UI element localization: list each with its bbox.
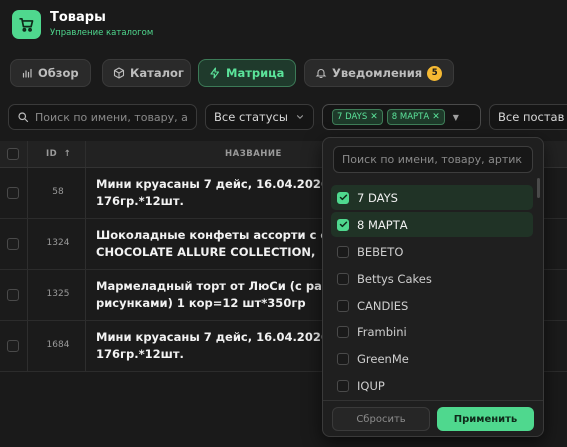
row-name: Мармеладный торт от ЛюСи (с разн рисунка… xyxy=(96,279,336,310)
chevron-down-icon xyxy=(296,115,304,119)
row-id: 1324 xyxy=(46,238,70,248)
box-icon xyxy=(113,67,125,79)
suppliers-dropdown: 7 DAYS 8 МАРТА BEBETO Bettys Cakes CANDI… xyxy=(322,137,544,437)
checkbox[interactable] xyxy=(337,299,349,312)
page-title: Товары xyxy=(50,10,106,25)
caret-down-icon[interactable]: ▼ xyxy=(453,113,459,122)
select-all-checkbox[interactable] xyxy=(7,148,19,160)
checkbox[interactable] xyxy=(337,245,349,258)
row-id: 58 xyxy=(52,187,64,197)
row-id: 1325 xyxy=(46,289,70,299)
search-input[interactable] xyxy=(35,110,188,124)
row-checkbox[interactable] xyxy=(7,187,19,199)
option-iqup[interactable]: IQUP xyxy=(331,373,533,398)
search-icon xyxy=(18,112,29,123)
option-bebeto[interactable]: BEBETO xyxy=(331,239,533,264)
suppliers-multiselect[interactable]: 7 DAYS ✕ 8 МАРТА ✕ ▼ xyxy=(322,104,481,130)
option-greenme[interactable]: GreenMe xyxy=(331,346,533,371)
tab-notifications[interactable]: Уведомления 5 xyxy=(304,59,454,87)
chip-remove-icon[interactable]: ✕ xyxy=(370,112,378,122)
checkbox[interactable] xyxy=(337,325,349,338)
bell-icon xyxy=(315,69,327,79)
chip-8-marta[interactable]: 8 МАРТА ✕ xyxy=(386,109,445,125)
notifications-badge: 5 xyxy=(427,65,443,81)
option-candies[interactable]: CANDIES xyxy=(331,293,533,318)
page-subtitle: Управление каталогом xyxy=(50,28,154,38)
dropdown-divider xyxy=(323,400,543,401)
chart-icon xyxy=(22,68,32,78)
row-checkbox[interactable] xyxy=(7,289,19,301)
checkbox-checked-icon[interactable] xyxy=(337,191,349,204)
column-name-header[interactable]: НАЗВАНИЕ xyxy=(225,149,282,159)
products-page: Товары Управление каталогом Обзор Катало… xyxy=(0,0,567,447)
suppliers-select[interactable]: Все постав xyxy=(489,104,567,130)
chip-remove-icon[interactable]: ✕ xyxy=(432,112,440,122)
dropdown-search[interactable] xyxy=(333,146,533,173)
checkbox-checked-icon[interactable] xyxy=(337,218,349,231)
option-frambini[interactable]: Frambini xyxy=(331,319,533,344)
option-7-days[interactable]: 7 DAYS xyxy=(331,185,533,210)
checkbox[interactable] xyxy=(337,352,349,365)
reset-button[interactable]: Сбросить xyxy=(332,407,430,431)
cart-icon xyxy=(12,10,41,39)
status-select[interactable]: Все статусы xyxy=(205,104,314,130)
bolt-icon xyxy=(210,67,220,79)
dropdown-scrollbar[interactable] xyxy=(537,178,540,198)
chip-7-days[interactable]: 7 DAYS ✕ xyxy=(332,109,383,125)
checkbox[interactable] xyxy=(337,379,349,392)
tab-catalog[interactable]: Каталог xyxy=(102,59,191,87)
sort-arrow-icon: ↑ xyxy=(63,149,72,159)
row-name: Шоколадные конфеты ассорти с су CHOCOLAT… xyxy=(96,228,335,259)
apply-button[interactable]: Применить xyxy=(437,407,534,431)
option-8-marta[interactable]: 8 МАРТА xyxy=(331,212,533,237)
dropdown-search-input[interactable] xyxy=(342,153,524,166)
row-name: Мини круасаны 7 дейс, 16.04.2026 176гр.*… xyxy=(96,177,329,208)
checkbox[interactable] xyxy=(337,272,349,285)
tab-overview[interactable]: Обзор xyxy=(10,59,91,87)
column-id-header[interactable]: ID ↑ xyxy=(46,149,71,159)
option-bettys-cakes[interactable]: Bettys Cakes xyxy=(331,266,533,291)
row-id: 1684 xyxy=(46,340,70,350)
row-checkbox[interactable] xyxy=(7,340,19,352)
row-checkbox[interactable] xyxy=(7,238,19,250)
row-name: Мини круасаны 7 дейс, 16.04.2026 176гр.*… xyxy=(96,330,329,361)
search-filter[interactable] xyxy=(8,104,197,130)
tab-matrix[interactable]: Матрица xyxy=(198,59,296,87)
